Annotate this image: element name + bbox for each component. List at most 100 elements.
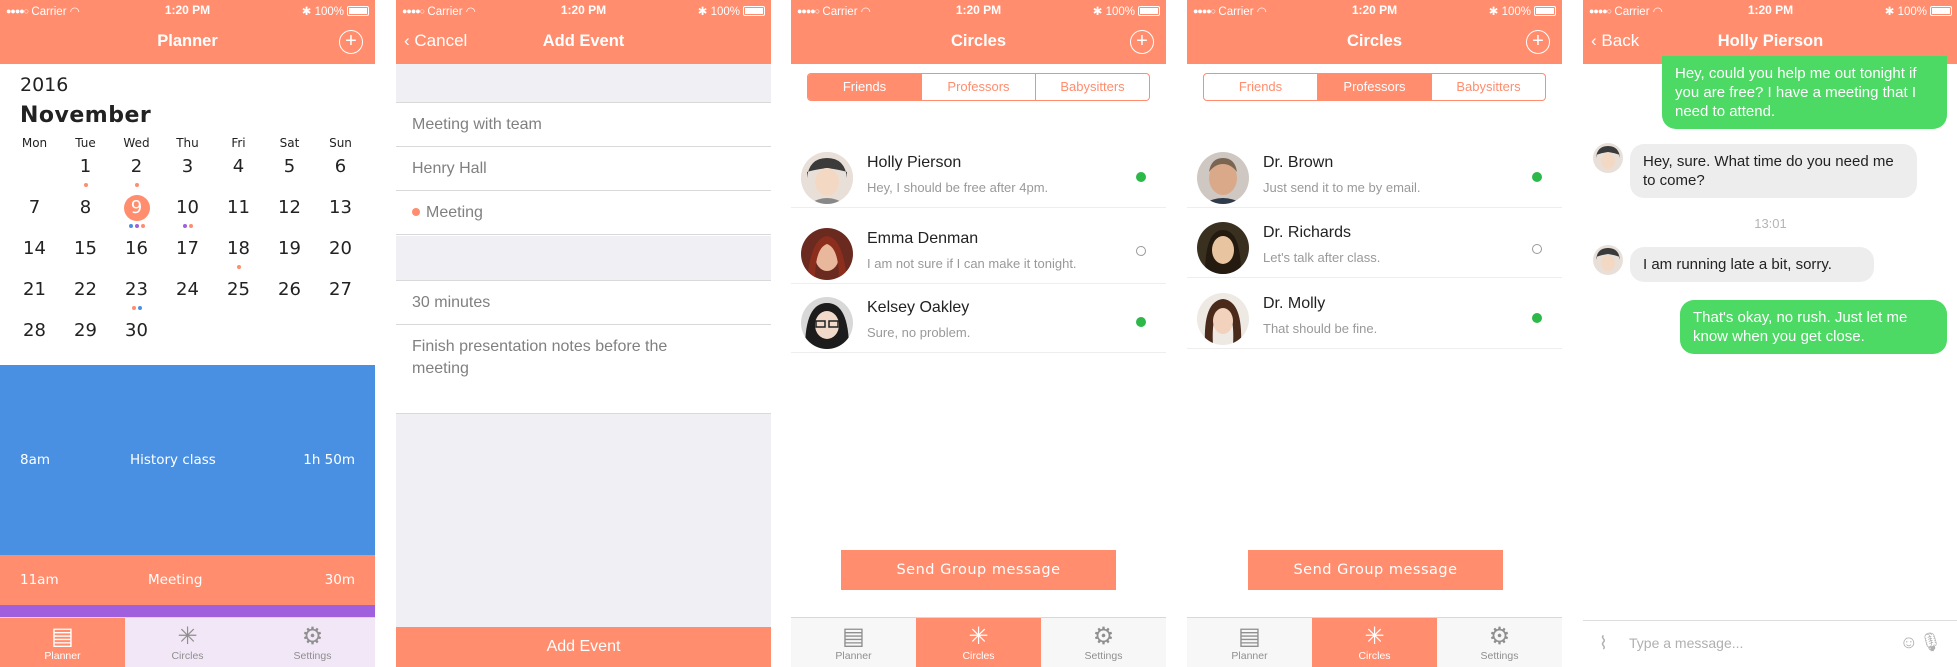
tab-planner[interactable]: ▤ Planner — [0, 618, 125, 667]
calendar-day[interactable]: 19 — [264, 232, 315, 273]
day-number: 9 — [123, 195, 150, 221]
calendar-day[interactable]: 12 — [264, 191, 315, 232]
calendar-day[interactable]: 7 — [9, 191, 60, 232]
send-group-message-button[interactable]: Send Group message — [841, 550, 1116, 590]
event-indicator-dots — [111, 305, 162, 310]
calendar-day[interactable]: 20 — [315, 232, 366, 273]
add-button[interactable]: + — [339, 30, 363, 54]
add-button[interactable]: + — [1130, 30, 1154, 54]
contact-row[interactable]: Emma Denman I am not sure if I can make … — [791, 220, 1166, 284]
calendar-week: 1 2 3 4 5 6 — [9, 150, 366, 191]
calendar-day[interactable]: 28 — [9, 314, 60, 355]
avatar — [1197, 293, 1249, 345]
circles-icon: ✳ — [968, 623, 989, 650]
circles-icon: ✳ — [1364, 623, 1385, 650]
calendar-day[interactable]: 10 — [162, 191, 213, 232]
tab-settings[interactable]: ⚙ Settings — [1437, 618, 1562, 667]
notes-field[interactable]: Finish presentation notes before the mee… — [396, 325, 771, 414]
contact-row[interactable]: Kelsey Oakley Sure, no problem. — [791, 289, 1166, 353]
add-event-button[interactable]: Add Event — [396, 627, 771, 667]
tab-settings[interactable]: ⚙ Settings — [1041, 618, 1166, 667]
calendar-day[interactable]: 30 — [111, 314, 162, 355]
day-number: 5 — [283, 156, 296, 177]
event-name-field[interactable]: Meeting with team — [396, 103, 771, 147]
received-message-bubble: I am running late a bit, sorry. — [1630, 247, 1874, 282]
calendar-grid: Mon Tue Wed Thu Fri Sat Sun 1 2 3 4 5 6 7 8 9 10 11 12 13 1… — [9, 136, 366, 355]
add-button[interactable]: + — [1526, 30, 1550, 54]
calendar-day[interactable]: 18 — [213, 232, 264, 273]
day-number: 15 — [74, 238, 97, 259]
calendar-day[interactable]: 15 — [60, 232, 111, 273]
calendar-day[interactable]: 2 — [111, 150, 162, 191]
calendar-day[interactable]: 4 — [213, 150, 264, 191]
segment-friends[interactable]: Friends — [1204, 74, 1318, 100]
segment-babysitters[interactable]: Babysitters — [1036, 74, 1149, 100]
bluetooth-icon: ✱ — [1092, 6, 1103, 18]
calendar-day[interactable]: 16 — [111, 232, 162, 273]
calendar-icon: ▤ — [1238, 623, 1261, 650]
event-block-partial[interactable] — [0, 605, 375, 617]
location-field[interactable]: Henry Hall — [396, 147, 771, 191]
calendar-day[interactable]: 3 — [162, 150, 213, 191]
contact-row[interactable]: Holly Pierson Hey, I should be free afte… — [791, 144, 1166, 208]
calendar-day[interactable]: 5 — [264, 150, 315, 191]
day-number: 25 — [227, 279, 250, 300]
weekday-label: Thu — [176, 136, 199, 150]
battery-label: 100% — [1105, 6, 1135, 18]
empty-area — [396, 414, 771, 627]
calendar-day[interactable]: 25 — [213, 273, 264, 314]
day-number: 27 — [329, 279, 352, 300]
calendar-day[interactable]: 23 — [111, 273, 162, 314]
day-number: 2 — [130, 156, 143, 177]
segment-babysitters[interactable]: Babysitters — [1432, 74, 1545, 100]
reminder-field[interactable]: 30 minutes — [396, 281, 771, 325]
tab-bar: ▤ Planner ✳ Circles ⚙ Settings — [1187, 617, 1562, 667]
online-status-icon — [1136, 317, 1146, 327]
message-input[interactable]: Type a message... — [1629, 635, 1743, 651]
contact-row[interactable]: Dr. Molly That should be fine. — [1187, 285, 1562, 349]
calendar-day[interactable]: 13 — [315, 191, 366, 232]
status-bar: ●●●●○ Carrier ◠ 1:20 PM ✱ 100% — [791, 0, 1166, 20]
message-composer: ⌇ Type a message... ☺ 🎙 — [1583, 620, 1957, 667]
attachment-icon[interactable]: ⌇ — [1599, 633, 1608, 654]
segment-friends[interactable]: Friends — [808, 74, 922, 100]
microphone-icon[interactable]: 🎙 — [1919, 632, 1942, 653]
emoji-icon[interactable]: ☺ — [1900, 632, 1918, 653]
tab-label: Circles — [171, 650, 204, 662]
calendar-day[interactable]: 14 — [9, 232, 60, 273]
event-block[interactable]: 8am History class 1h 50m — [0, 365, 375, 555]
contact-row[interactable]: Dr. Brown Just send it to me by email. — [1187, 144, 1562, 208]
calendar-day[interactable]: 27 — [315, 273, 366, 314]
tab-planner[interactable]: ▤ Planner — [1187, 618, 1312, 667]
bluetooth-icon: ✱ — [1488, 6, 1499, 18]
tab-settings[interactable]: ⚙ Settings — [250, 618, 375, 667]
tab-circles[interactable]: ✳ Circles — [916, 618, 1041, 667]
tab-planner[interactable]: ▤ Planner — [791, 618, 916, 667]
event-block[interactable]: 11am Meeting 30m — [0, 555, 375, 605]
segment-professors[interactable]: Professors — [1318, 74, 1432, 100]
tab-circles[interactable]: ✳ Circles — [125, 618, 250, 667]
calendar-day[interactable]: 26 — [264, 273, 315, 314]
calendar-day[interactable]: 8 — [60, 191, 111, 232]
calendar-day[interactable]: 21 — [9, 273, 60, 314]
gear-icon: ⚙ — [301, 623, 324, 650]
page-title: Circles — [950, 32, 1007, 50]
calendar-day[interactable]: 17 — [162, 232, 213, 273]
tab-circles[interactable]: ✳ Circles — [1312, 618, 1437, 667]
send-group-message-button[interactable]: Send Group message — [1248, 550, 1503, 590]
calendar-day[interactable]: 1 — [60, 150, 111, 191]
calendar-empty-cell — [9, 150, 60, 191]
day-number: 12 — [278, 197, 301, 218]
weekday-label: Tue — [75, 136, 96, 150]
calendar-day[interactable]: 22 — [60, 273, 111, 314]
contact-row[interactable]: Dr. Richards Let's talk after class. — [1187, 214, 1562, 278]
calendar-day[interactable]: 29 — [60, 314, 111, 355]
calendar-day[interactable]: 6 — [315, 150, 366, 191]
day-number: 4 — [232, 156, 245, 177]
segment-professors[interactable]: Professors — [922, 74, 1036, 100]
calendar-day[interactable]: 24 — [162, 273, 213, 314]
calendar-day[interactable]: 11 — [213, 191, 264, 232]
category-field[interactable]: Meeting — [396, 191, 771, 235]
calendar-day[interactable]: 9 — [111, 191, 162, 232]
day-number: 13 — [329, 197, 352, 218]
